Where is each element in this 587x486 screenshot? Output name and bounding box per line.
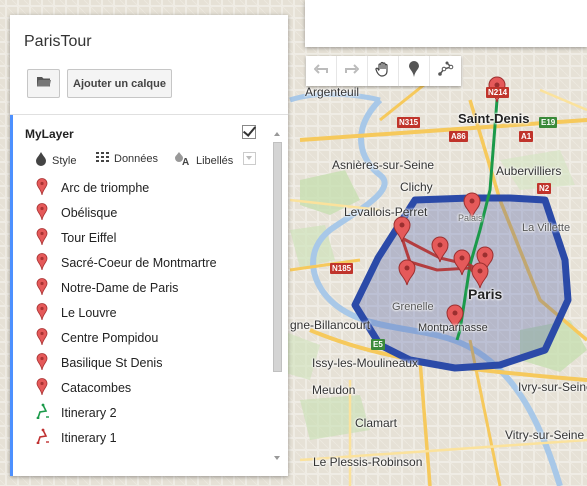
scrollbar-thumb[interactable] (273, 142, 282, 372)
search-box[interactable] (305, 0, 587, 47)
feature-item[interactable]: Centre Pompidou (36, 325, 256, 350)
place-label: Clichy (400, 180, 433, 194)
undo-icon (313, 62, 328, 80)
place-label: Levallois-Perret (344, 205, 428, 219)
active-layer-indicator (10, 115, 13, 476)
hand-icon (375, 61, 391, 82)
feature-label: Itinerary 1 (61, 430, 117, 445)
style-tool[interactable]: Style (35, 152, 76, 169)
feature-label: Catacombes (61, 380, 132, 395)
place-label: Grenelle (392, 301, 434, 313)
route-line-icon (36, 403, 52, 422)
layer-options-dropdown[interactable] (243, 152, 256, 165)
map-title[interactable]: ParisTour (24, 33, 92, 51)
road-shield: E5 (371, 339, 385, 350)
style-label: Style (52, 154, 77, 167)
road-shield: N185 (330, 263, 354, 274)
feature-label: Le Louvre (61, 305, 117, 320)
feature-label: Sacré-Coeur de Montmartre (61, 255, 217, 270)
feature-label: Centre Pompidou (61, 330, 159, 345)
folder-icon (36, 75, 52, 93)
label-icon: A (175, 152, 191, 169)
road-shield: E19 (539, 117, 558, 128)
place-label: Meudon (312, 383, 356, 397)
svg-text:A: A (182, 157, 189, 166)
place-label: Paris (468, 286, 503, 302)
feature-label: Basilique St Denis (61, 355, 163, 370)
layers-panel: ParisTour Ajouter un calque MyLayer Styl… (10, 15, 288, 476)
labels-label: Libellés (196, 154, 234, 167)
marker-icon (409, 60, 419, 82)
feature-item[interactable]: Itinerary 1 (36, 425, 256, 450)
redo-button[interactable] (337, 56, 368, 86)
place-label: Asnières-sur-Seine (332, 158, 435, 172)
feature-label: Tour Eiffel (61, 230, 117, 245)
feature-item[interactable]: Catacombes (36, 375, 256, 400)
place-label: Aubervilliers (496, 164, 562, 178)
place-label: Vitry-sur-Seine (505, 428, 585, 442)
road-shield: A86 (449, 131, 468, 142)
place-label: La Villette (522, 222, 571, 234)
feature-item[interactable]: Obélisque (36, 200, 256, 225)
add-marker-button[interactable] (399, 56, 430, 86)
draw-line-button[interactable] (430, 56, 461, 86)
map-marker-icon (36, 377, 52, 398)
map-toolbar (306, 56, 461, 86)
feature-item[interactable]: Le Louvre (36, 300, 256, 325)
data-label: Données (114, 152, 159, 165)
feature-item[interactable]: Sacré-Coeur de Montmartre (36, 250, 256, 275)
road-shield: A1 (519, 131, 534, 142)
route-line-icon (36, 428, 52, 447)
scroll-down-arrow[interactable] (274, 456, 280, 460)
feature-label: Notre-Dame de Paris (61, 280, 179, 295)
scroll-up-arrow[interactable] (274, 132, 280, 136)
open-folder-button[interactable] (27, 69, 60, 98)
place-label: Le Plessis-Robinson (313, 455, 423, 469)
place-label: Montparnasse (418, 322, 488, 334)
feature-label: Arc de triomphe (61, 180, 150, 195)
place-label: Palais (458, 213, 483, 223)
layer-visibility-checkbox[interactable] (242, 125, 256, 139)
labels-tool[interactable]: A Libellés (175, 152, 233, 169)
feature-item[interactable]: Notre-Dame de Paris (36, 275, 256, 300)
map-marker-icon (36, 327, 52, 348)
place-label: Clamart (355, 416, 398, 430)
feature-item[interactable]: Itinerary 2 (36, 400, 256, 425)
layer-name[interactable]: MyLayer (25, 127, 74, 141)
redo-icon (345, 62, 360, 80)
road-shield: N214 (486, 87, 510, 98)
map-marker-icon (36, 302, 52, 323)
map-marker-icon (36, 227, 52, 248)
feature-item[interactable]: Arc de triomphe (36, 175, 256, 200)
map-marker-icon (36, 352, 52, 373)
draw-line-icon (437, 61, 454, 82)
feature-item[interactable]: Tour Eiffel (36, 225, 256, 250)
table-icon (96, 152, 109, 165)
undo-button[interactable] (306, 56, 337, 86)
place-label: gne-Billancourt (290, 318, 371, 332)
map-marker-icon (36, 177, 52, 198)
road-shield: N2 (537, 183, 552, 194)
pan-tool-button[interactable] (368, 56, 399, 86)
feature-item[interactable]: Basilique St Denis (36, 350, 256, 375)
place-label: Saint-Denis (458, 111, 530, 126)
data-tool[interactable]: Données (96, 152, 158, 165)
paint-drop-icon (35, 152, 47, 169)
feature-label: Itinerary 2 (61, 405, 117, 420)
place-label: Argenteuil (305, 85, 360, 99)
road-shield: N315 (397, 117, 421, 128)
add-layer-button[interactable]: Ajouter un calque (67, 69, 172, 98)
divider (10, 114, 288, 115)
map-marker-icon (36, 277, 52, 298)
place-label: Issy-les-Moulineaux (312, 356, 419, 370)
place-label: Ivry-sur-Seine (518, 380, 587, 394)
feature-label: Obélisque (61, 205, 118, 220)
map-marker-icon (36, 252, 52, 273)
map-marker-icon (36, 202, 52, 223)
